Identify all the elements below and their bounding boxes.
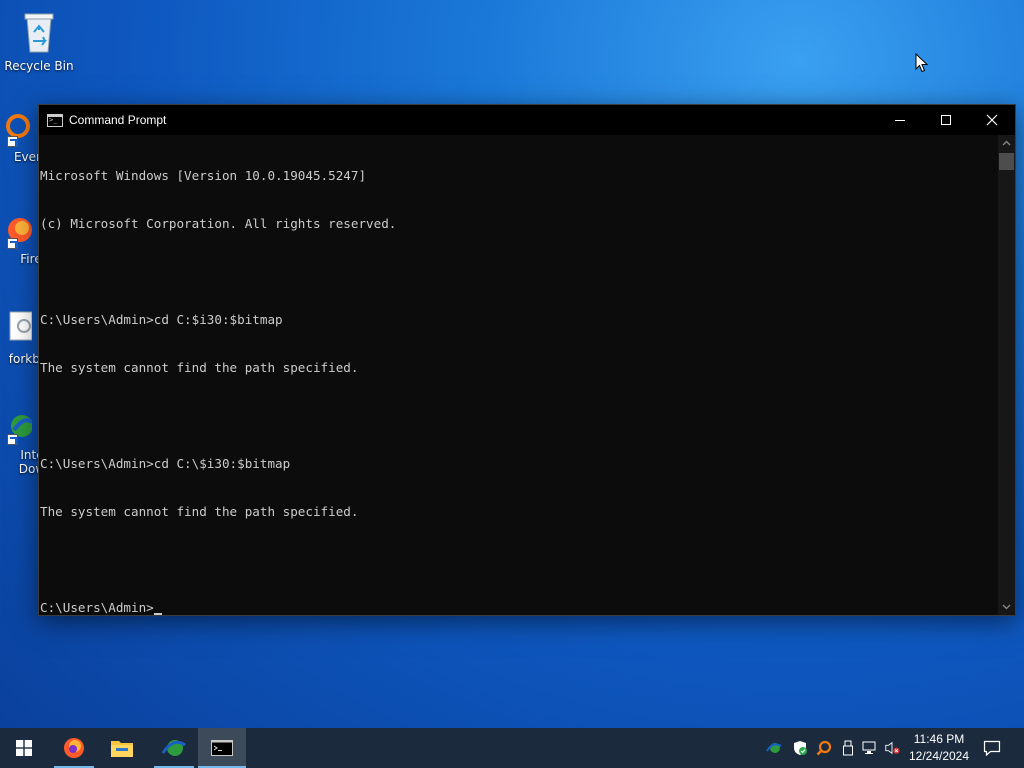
tray-download-manager-icon[interactable]	[766, 740, 782, 756]
tray-security-icon[interactable]	[792, 740, 808, 756]
maximize-icon	[941, 115, 951, 125]
command-prompt-icon	[211, 740, 233, 756]
taskbar-clock[interactable]: 11:46 PM 12/24/2024	[903, 731, 975, 765]
minimize-button[interactable]	[877, 105, 923, 135]
text-cursor	[153, 613, 162, 615]
clock-time: 11:46 PM	[913, 732, 965, 746]
desktop-icon-recycle-bin[interactable]: Recycle Bin	[1, 8, 77, 73]
download-manager-icon	[161, 740, 186, 756]
console-line: C:\Users\Admin>cd C:$i30:$bitmap	[40, 312, 283, 327]
taskbar: 11:46 PM 12/24/2024	[0, 728, 1024, 768]
vertical-scrollbar[interactable]	[998, 135, 1015, 615]
recycle-bin-icon	[24, 13, 54, 53]
close-button[interactable]	[969, 105, 1015, 135]
scrollbar-thumb[interactable]	[999, 153, 1014, 170]
console-line: The system cannot find the path specifie…	[40, 360, 359, 375]
chevron-up-icon	[1002, 140, 1011, 146]
folder-icon	[111, 741, 133, 757]
console-line: (c) Microsoft Corporation. All rights re…	[40, 216, 397, 231]
shortcut-arrow-icon	[7, 136, 18, 147]
console-prompt-line[interactable]: C:\Users\Admin>	[40, 600, 998, 616]
shortcut-arrow-icon	[7, 434, 18, 445]
mouse-pointer-icon	[915, 53, 929, 73]
tray-volume-muted-icon[interactable]	[884, 740, 900, 756]
tray-search-icon[interactable]	[816, 740, 832, 756]
clock-date: 12/24/2024	[908, 749, 970, 763]
command-prompt-window[interactable]: Command Prompt Microsoft Windows [Versio…	[38, 104, 1016, 616]
tray-usb-icon[interactable]	[840, 740, 856, 756]
notification-icon	[983, 740, 1001, 756]
action-center-button[interactable]	[982, 740, 1002, 756]
taskbar-file-explorer[interactable]	[98, 728, 146, 768]
taskbar-download-manager[interactable]	[150, 728, 198, 768]
tray-network-icon[interactable]	[862, 740, 878, 756]
console-line: Microsoft Windows [Version 10.0.19045.52…	[40, 168, 367, 183]
shortcut-arrow-icon	[7, 238, 18, 249]
scroll-up-button[interactable]	[998, 135, 1015, 151]
console-line: C:\Users\Admin>cd C:\$i30:$bitmap	[40, 456, 291, 471]
title-bar[interactable]: Command Prompt	[39, 105, 1015, 135]
command-prompt-icon	[47, 113, 63, 127]
minimize-icon	[895, 119, 905, 121]
taskbar-firefox[interactable]	[50, 728, 98, 768]
chevron-down-icon	[1002, 604, 1011, 610]
desktop-icon-label: Recycle Bin	[4, 59, 74, 73]
close-icon	[986, 114, 998, 126]
scroll-down-button[interactable]	[998, 599, 1015, 615]
console-line: The system cannot find the path specifie…	[40, 504, 359, 519]
start-button[interactable]	[0, 728, 48, 768]
console-prompt: C:\Users\Admin>	[40, 600, 154, 615]
windows-logo-icon	[16, 740, 32, 756]
firefox-icon	[64, 738, 84, 758]
console-output[interactable]: Microsoft Windows [Version 10.0.19045.52…	[39, 135, 998, 615]
taskbar-command-prompt[interactable]	[198, 728, 246, 768]
window-title: Command Prompt	[69, 113, 167, 127]
file-icon	[9, 311, 33, 341]
maximize-button[interactable]	[923, 105, 969, 135]
